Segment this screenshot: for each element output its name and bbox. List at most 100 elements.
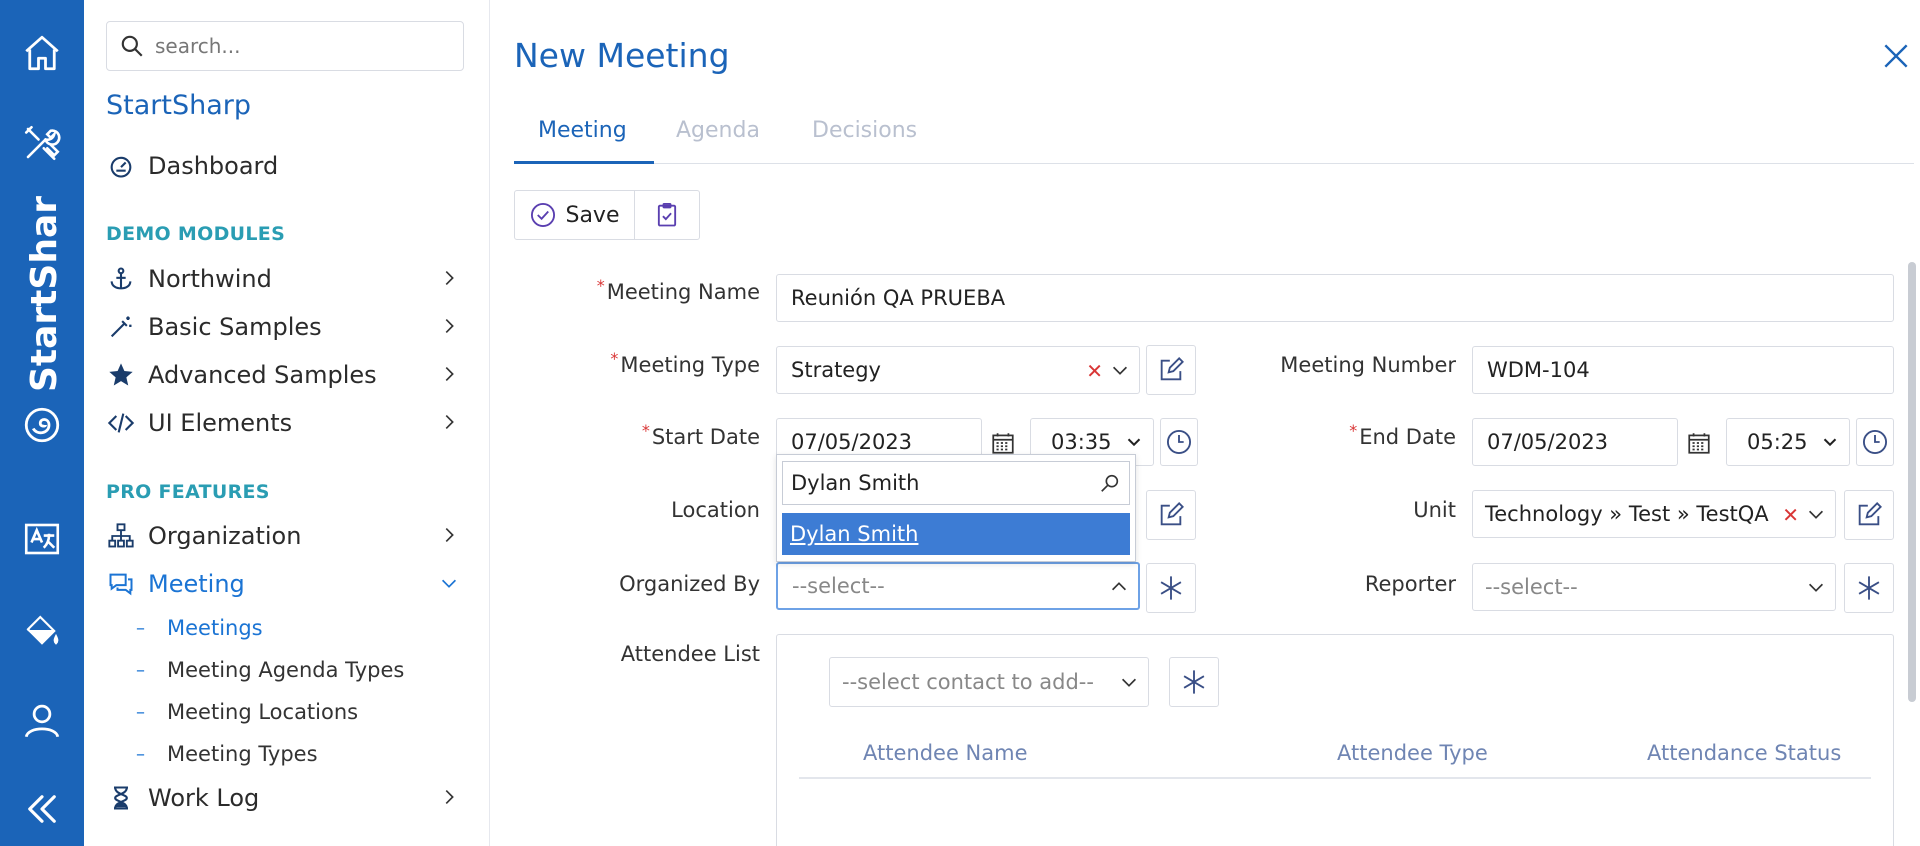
tools-icon[interactable] (17, 118, 67, 168)
section-pro-features: PRO FEATURES (106, 481, 270, 503)
paint-bucket-icon[interactable] (17, 606, 67, 656)
clipboard-check-icon (657, 202, 677, 227)
asterisk-icon (1183, 670, 1205, 694)
dropdown-search-value: Dylan Smith (791, 471, 920, 495)
attendee-contact-select[interactable]: --select contact to add-- (829, 657, 1149, 707)
sub-meetings-label: Meetings (167, 616, 263, 640)
edit-icon (1858, 502, 1882, 526)
chevron-down-icon (1121, 678, 1137, 687)
user-icon[interactable] (17, 696, 67, 746)
meeting-type-value: Strategy (791, 358, 881, 382)
start-time-clock-button[interactable] (1160, 418, 1198, 466)
nav-ui-elements-label: UI Elements (148, 409, 293, 437)
clock-icon (1166, 429, 1192, 455)
nav-basic-samples[interactable]: Basic Samples (106, 305, 474, 349)
close-icon[interactable] (1880, 40, 1912, 72)
organized-by-select[interactable]: --select-- (776, 562, 1140, 610)
end-time-clock-button[interactable] (1856, 418, 1894, 466)
organized-by-add-button[interactable] (1146, 563, 1196, 613)
clear-icon[interactable]: ✕ (1782, 503, 1799, 527)
reporter-add-button[interactable] (1844, 563, 1894, 613)
home-icon[interactable] (17, 28, 67, 78)
nav-meeting[interactable]: Meeting (106, 562, 474, 606)
sub-meetings[interactable]: – Meetings (136, 616, 263, 640)
apply-changes-button[interactable] (635, 191, 699, 239)
reporter-select[interactable]: --select-- (1472, 563, 1836, 611)
chevron-down-icon (1808, 510, 1824, 519)
gauge-icon (106, 151, 136, 181)
nav-basic-samples-label: Basic Samples (148, 313, 322, 341)
chevron-down-icon (441, 579, 457, 588)
end-time-value: 05:25 (1747, 430, 1808, 454)
calendar-icon[interactable] (1686, 430, 1712, 456)
chevron-down-icon (1112, 366, 1128, 375)
column-attendance-status[interactable]: Attendance Status (1647, 741, 1841, 765)
meeting-type-label: *Meeting Type (610, 349, 760, 377)
save-button[interactable]: Save (515, 191, 635, 239)
chat-icon (106, 569, 136, 599)
meeting-number-input[interactable]: WDM-104 (1472, 346, 1894, 394)
nav-northwind[interactable]: Northwind (106, 257, 474, 301)
section-demo-modules: DEMO MODULES (106, 223, 286, 245)
chevron-right-icon (445, 527, 454, 543)
magic-wand-icon (106, 312, 136, 342)
clear-icon[interactable]: ✕ (1086, 359, 1103, 383)
nav-advanced-samples[interactable]: Advanced Samples (106, 353, 474, 397)
scrollbar[interactable] (1908, 262, 1916, 702)
attendee-add-button[interactable] (1169, 657, 1219, 707)
column-attendee-type[interactable]: Attendee Type (1337, 741, 1488, 765)
nav-ui-elements[interactable]: UI Elements (106, 401, 474, 445)
left-rail: StartShar (0, 0, 84, 846)
meeting-type-select[interactable]: Strategy ✕ (776, 346, 1140, 394)
unit-value: Technology » Test » TestQA (1485, 502, 1769, 526)
nav-work-log[interactable]: Work Log (106, 776, 474, 820)
tab-decisions[interactable]: Decisions (812, 118, 917, 143)
brand-title: StartSharp (106, 90, 251, 121)
nav-dashboard[interactable]: Dashboard (106, 144, 474, 188)
sub-meeting-locations[interactable]: – Meeting Locations (136, 700, 358, 724)
meeting-name-input[interactable]: Reunión QA PRUEBA (776, 274, 1894, 322)
column-attendee-name[interactable]: Attendee Name (863, 741, 1028, 765)
unit-edit-button[interactable] (1844, 490, 1894, 540)
attendee-panel: --select contact to add-- Attendee Name … (776, 634, 1894, 846)
tab-active-indicator (514, 161, 654, 164)
nav-organization[interactable]: Organization (106, 514, 474, 558)
reporter-placeholder: --select-- (1485, 575, 1578, 599)
anchor-icon (106, 264, 136, 294)
end-time-select[interactable]: 05:25 (1726, 418, 1850, 466)
asterisk-icon (1858, 576, 1880, 600)
unit-label: Unit (1413, 498, 1456, 522)
sidebar-search[interactable] (106, 21, 464, 71)
svg-text:StartShar: StartShar (24, 196, 64, 392)
end-date-input[interactable]: 07/05/2023 (1472, 418, 1678, 466)
sub-meeting-locations-label: Meeting Locations (167, 700, 359, 724)
attendee-list-label: Attendee List (620, 642, 760, 666)
dropdown-search-input[interactable]: Dylan Smith (782, 461, 1130, 505)
dropdown-option[interactable]: Dylan Smith (782, 513, 1130, 555)
hourglass-icon (106, 783, 136, 813)
calendar-icon[interactable] (990, 430, 1016, 456)
chevron-right-icon (445, 789, 454, 805)
sub-meeting-types[interactable]: – Meeting Types (136, 742, 318, 766)
organized-by-placeholder: --select-- (792, 574, 885, 598)
chevron-right-icon (445, 318, 454, 334)
organized-by-dropdown: Dylan Smith Dylan Smith (776, 454, 1136, 562)
table-header-divider (799, 777, 1871, 779)
translate-icon[interactable] (17, 514, 67, 564)
sub-meeting-types-label: Meeting Types (167, 742, 318, 766)
chevron-right-icon (445, 414, 454, 430)
unit-select[interactable]: Technology » Test » TestQA ✕ (1472, 490, 1836, 538)
collapse-icon[interactable] (17, 784, 67, 834)
edit-icon (1160, 502, 1184, 526)
toolbar: Save (514, 190, 700, 240)
search-input[interactable] (155, 34, 455, 58)
tab-meeting[interactable]: Meeting (538, 118, 627, 143)
tab-agenda[interactable]: Agenda (676, 118, 760, 143)
chevron-right-icon (445, 270, 454, 286)
reporter-label: Reporter (1364, 572, 1456, 596)
sub-meeting-agenda-types[interactable]: – Meeting Agenda Types (136, 658, 404, 682)
location-edit-button[interactable] (1146, 490, 1196, 540)
meeting-type-edit-button[interactable] (1146, 345, 1196, 395)
sidebar: StartSharp Dashboard DEMO MODULES Northw… (84, 0, 490, 846)
logo-icon[interactable] (17, 400, 67, 450)
